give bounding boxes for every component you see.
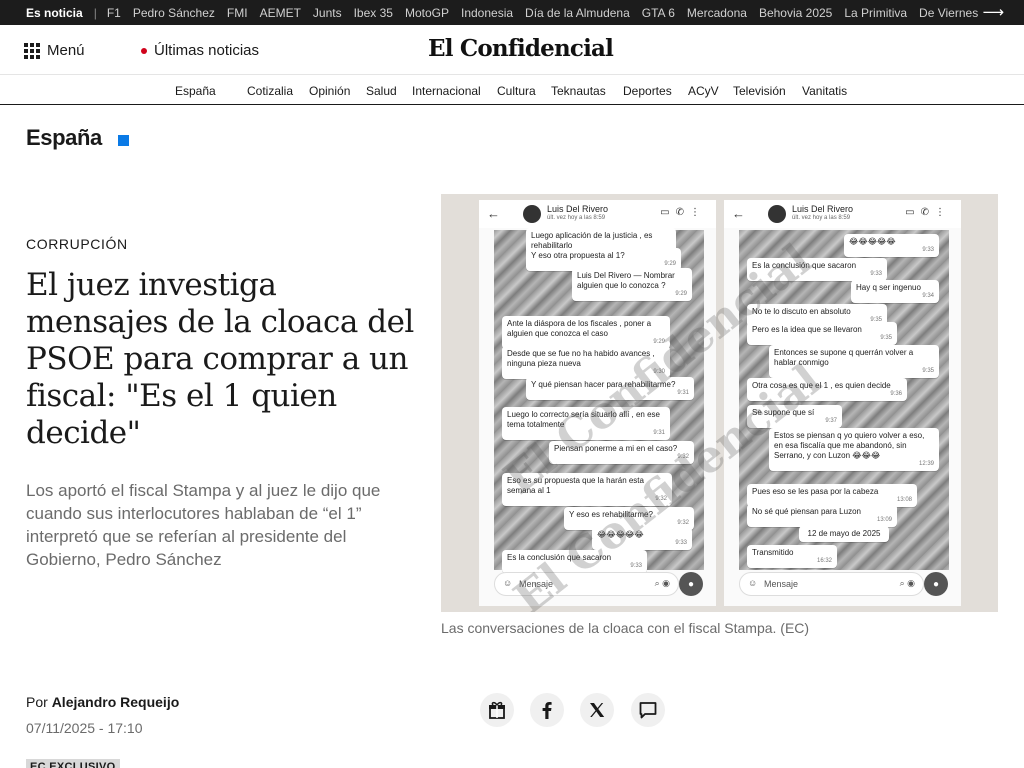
- microphone-icon: ●: [679, 572, 703, 596]
- gift-icon: [489, 701, 505, 719]
- nav-item-cotizalia[interactable]: Cotizalia: [247, 84, 293, 98]
- trending-item[interactable]: FMI: [227, 6, 248, 20]
- trending-items: F1 Pedro Sánchez FMI AEMET Junts Ibex 35…: [107, 6, 990, 20]
- contact-status: últ. vez hoy a las 8:59: [547, 215, 606, 221]
- trending-lead: Es noticia: [26, 5, 83, 20]
- avatar: [768, 205, 786, 223]
- article-byline: Por Alejandro Requeijo: [26, 694, 179, 710]
- section-title[interactable]: España: [26, 125, 102, 151]
- contact-name: Luis Del Rivero: [792, 204, 854, 214]
- nav-item-salud[interactable]: Salud: [366, 84, 397, 98]
- x-icon: [590, 703, 605, 717]
- back-arrow-icon: ←: [487, 206, 500, 221]
- avatar: [523, 205, 541, 223]
- trending-separator: |: [93, 5, 97, 20]
- chat-header: ← Luis Del Rivero últ. vez hoy a las 8:5…: [724, 200, 961, 228]
- section-accent-square: [118, 135, 129, 146]
- trending-item[interactable]: La Primitiva: [844, 6, 907, 20]
- live-dot-icon: [141, 47, 147, 54]
- trending-item[interactable]: De Viernes: [919, 6, 978, 20]
- call-icons: ▭✆⋮: [905, 207, 951, 218]
- trending-item[interactable]: Pedro Sánchez: [133, 6, 215, 20]
- chat-message: Estos se piensan q yo quiero volver a es…: [769, 428, 939, 471]
- message-input: ☺ Mensaje ⌕ ◉: [739, 572, 924, 596]
- chat-date-divider: 12 de mayo de 2025: [799, 526, 889, 542]
- latest-news-label: Últimas noticias: [154, 42, 260, 59]
- attach-camera-icons: ⌕ ◉: [899, 578, 915, 588]
- x-share-button[interactable]: [580, 693, 614, 727]
- trending-item[interactable]: Indonesia: [461, 6, 513, 20]
- facebook-share-button[interactable]: [530, 693, 564, 727]
- message-placeholder: Mensaje: [764, 579, 799, 589]
- trending-item[interactable]: GTA 6: [642, 6, 675, 20]
- article-image[interactable]: ← Luis Del Rivero últ. vez hoy a las 8:5…: [441, 194, 998, 612]
- comment-icon: [639, 702, 657, 719]
- trending-bar: Es noticia | F1 Pedro Sánchez FMI AEMET …: [0, 0, 1024, 25]
- emoji-icon: ☺: [748, 578, 758, 588]
- contact-status: últ. vez hoy a las 8:59: [792, 215, 851, 221]
- trending-item[interactable]: Junts: [313, 6, 342, 20]
- trending-item[interactable]: Behovia 2025: [759, 6, 832, 20]
- contact-name: Luis Del Rivero: [547, 204, 609, 214]
- comments-button[interactable]: [631, 693, 665, 727]
- byline-prefix: Por: [26, 694, 48, 710]
- nav-item-opinion[interactable]: Opinión: [309, 84, 350, 98]
- microphone-icon: ●: [924, 572, 948, 596]
- call-icons: ▭✆⋮: [660, 207, 706, 218]
- nav-item-cultura[interactable]: Cultura: [497, 84, 536, 98]
- nav-item-acyv[interactable]: ACyV: [688, 84, 719, 98]
- facebook-icon: [542, 702, 552, 719]
- chat-message: Transmitido 16:32: [747, 545, 837, 568]
- nav-item-espana[interactable]: España: [175, 84, 216, 98]
- arrow-right-icon[interactable]: ⟶: [982, 3, 1004, 21]
- nav-item-teknautas[interactable]: Teknautas: [551, 84, 606, 98]
- exclusive-badge: EC EXCLUSIVO: [26, 759, 120, 768]
- menu-label: Menú: [47, 42, 85, 59]
- trending-item[interactable]: AEMET: [260, 6, 301, 20]
- nav-item-deportes[interactable]: Deportes: [623, 84, 672, 98]
- nav-item-internacional[interactable]: Internacional: [412, 84, 481, 98]
- chat-message: Ante la diáspora de los fiscales , poner…: [502, 316, 670, 349]
- chat-message: Pero es la idea que se llevaron 9:35: [747, 322, 897, 345]
- site-logo[interactable]: El Confidencial: [428, 35, 614, 62]
- attach-camera-icons: ⌕ ◉: [654, 578, 670, 588]
- chat-message: 😂😂😂😂😂 9:33: [844, 234, 939, 257]
- back-arrow-icon: ←: [732, 206, 745, 221]
- chat-message: Hay q ser ingenuo 9:34: [851, 280, 939, 303]
- author-link[interactable]: Alejandro Requeijo: [52, 694, 180, 710]
- trending-item[interactable]: F1: [107, 6, 121, 20]
- latest-news-link[interactable]: Últimas noticias: [141, 42, 259, 59]
- trending-item[interactable]: Día de la Almudena: [525, 6, 630, 20]
- grid-icon: [24, 42, 40, 59]
- trending-item[interactable]: Ibex 35: [354, 6, 393, 20]
- nav-item-vanitatis[interactable]: Vanitatis: [802, 84, 847, 98]
- article-kicker[interactable]: CORRUPCIÓN: [26, 236, 128, 252]
- chat-message: Luis Del Rivero — Nombrar alguien que lo…: [572, 268, 692, 301]
- nav-item-television[interactable]: Televisión: [733, 84, 786, 98]
- trending-item[interactable]: Mercadona: [687, 6, 747, 20]
- article-subhead: Los aportó el fiscal Stampa y al juez le…: [26, 481, 381, 569]
- menu-button[interactable]: Menú: [24, 42, 85, 59]
- trending-item[interactable]: MotoGP: [405, 6, 449, 20]
- article-date: 07/11/2025 - 17:10: [26, 720, 143, 736]
- section-nav: España Cotizalia Opinión Salud Internaci…: [0, 76, 1024, 105]
- article-headline: El juez investiga mensajes de la cloaca …: [26, 267, 414, 451]
- chat-header: ← Luis Del Rivero últ. vez hoy a las 8:5…: [479, 200, 716, 228]
- site-header: Menú Últimas noticias El Confidencial: [0, 25, 1024, 75]
- gift-button[interactable]: [480, 693, 514, 727]
- image-caption: Las conversaciones de la cloaca con el f…: [441, 620, 810, 636]
- chat-message: No sé qué piensan para Luzon 13:09: [747, 504, 897, 527]
